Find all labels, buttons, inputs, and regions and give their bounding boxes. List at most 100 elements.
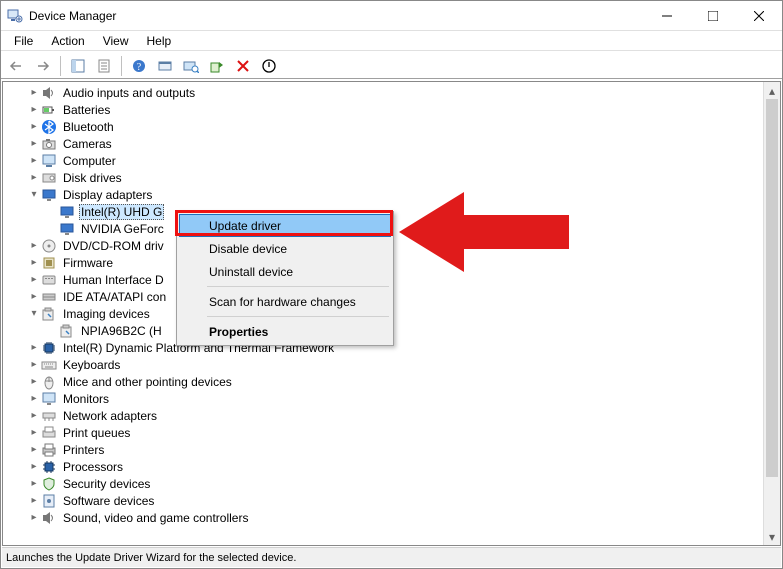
disk-icon: [41, 170, 57, 186]
chevron-down-icon[interactable]: ▾: [27, 307, 41, 321]
help-button[interactable]: ?: [127, 55, 151, 77]
software-icon: [41, 493, 57, 509]
tree-node-label: Audio inputs and outputs: [61, 86, 197, 100]
maximize-button[interactable]: [690, 1, 736, 31]
tree-node[interactable]: ▸ Network adapters: [5, 407, 763, 424]
camera-icon: [41, 136, 57, 152]
chevron-right-icon[interactable]: ▸: [27, 392, 41, 406]
chevron-right-icon[interactable]: ▸: [27, 358, 41, 372]
chevron-right-icon[interactable]: ▸: [27, 120, 41, 134]
tree-node-label: Cameras: [61, 137, 114, 151]
tree-node[interactable]: ▾ Display adapters: [5, 186, 763, 203]
tree-node[interactable]: ▸ Cameras: [5, 135, 763, 152]
ctx-label: Scan for hardware changes: [209, 295, 356, 309]
tree-node-label: Human Interface D: [61, 273, 166, 287]
tree-node[interactable]: ▸ Software devices: [5, 492, 763, 509]
tree-node-label: Security devices: [61, 477, 152, 491]
chevron-right-icon[interactable]: ▸: [27, 137, 41, 151]
keyboard-icon: [41, 357, 57, 373]
uninstall-button[interactable]: [231, 55, 255, 77]
show-hide-tree-button[interactable]: [66, 55, 90, 77]
tree-node[interactable]: ▸ Mice and other pointing devices: [5, 373, 763, 390]
update-driver-button[interactable]: [205, 55, 229, 77]
chevron-right-icon[interactable]: ▸: [27, 171, 41, 185]
chevron-right-icon[interactable]: ▸: [27, 443, 41, 457]
tree-node[interactable]: ▸ Monitors: [5, 390, 763, 407]
ctx-disable-device[interactable]: Disable device: [179, 237, 391, 260]
tree-node[interactable]: ▸ Computer: [5, 152, 763, 169]
chevron-right-icon[interactable]: ▸: [27, 409, 41, 423]
no-expander: [45, 222, 59, 236]
disable-button[interactable]: [257, 55, 281, 77]
ctx-update-driver[interactable]: Update driver: [179, 214, 391, 237]
chevron-right-icon[interactable]: ▸: [27, 154, 41, 168]
scan-hardware-button[interactable]: [179, 55, 203, 77]
tree-node-label: Software devices: [61, 494, 156, 508]
scroll-down-button[interactable]: ▾: [764, 528, 780, 545]
tree-node-label: Keyboards: [61, 358, 122, 372]
chevron-right-icon[interactable]: ▸: [27, 511, 41, 525]
tree-node-label: Print queues: [61, 426, 132, 440]
tree-node[interactable]: ▸ Keyboards: [5, 356, 763, 373]
minimize-button[interactable]: [644, 1, 690, 31]
menu-action[interactable]: Action: [42, 32, 93, 50]
chevron-right-icon[interactable]: ▸: [27, 86, 41, 100]
ctx-separator: [207, 316, 389, 317]
chevron-right-icon[interactable]: ▸: [27, 103, 41, 117]
no-expander: [45, 324, 59, 338]
tree-node-label: Processors: [61, 460, 125, 474]
chevron-right-icon[interactable]: ▸: [27, 290, 41, 304]
computer-icon: [41, 153, 57, 169]
ide-icon: [41, 289, 57, 305]
chevron-right-icon[interactable]: ▸: [27, 426, 41, 440]
close-button[interactable]: [736, 1, 782, 31]
chevron-right-icon[interactable]: ▸: [27, 494, 41, 508]
tree-node[interactable]: ▸ Audio inputs and outputs: [5, 84, 763, 101]
back-button[interactable]: [5, 55, 29, 77]
tree-node[interactable]: ▸ Printers: [5, 441, 763, 458]
tree-node-label: Batteries: [61, 103, 112, 117]
device-manager-icon: [7, 8, 23, 24]
tree-node-label: Bluetooth: [61, 120, 116, 134]
chevron-right-icon[interactable]: ▸: [27, 375, 41, 389]
tree-node[interactable]: ▸ Sound, video and game controllers: [5, 509, 763, 526]
imaging-icon: [59, 323, 75, 339]
chevron-right-icon[interactable]: ▸: [27, 256, 41, 270]
ctx-separator: [207, 286, 389, 287]
printq-icon: [41, 425, 57, 441]
view-button[interactable]: [153, 55, 177, 77]
scroll-up-button[interactable]: ▴: [764, 82, 780, 99]
menu-help[interactable]: Help: [138, 32, 181, 50]
tree-node-label: NVIDIA GeForc: [79, 222, 166, 236]
chevron-right-icon[interactable]: ▸: [27, 273, 41, 287]
bluetooth-icon: [41, 119, 57, 135]
chevron-right-icon[interactable]: ▸: [27, 477, 41, 491]
chevron-right-icon[interactable]: ▸: [27, 341, 41, 355]
tree-node-label: Network adapters: [61, 409, 159, 423]
tree-node-label: Imaging devices: [61, 307, 152, 321]
imaging-icon: [41, 306, 57, 322]
mouse-icon: [41, 374, 57, 390]
tree-node[interactable]: ▸ Bluetooth: [5, 118, 763, 135]
chevron-down-icon[interactable]: ▾: [27, 188, 41, 202]
context-menu: Update driver Disable device Uninstall d…: [176, 211, 394, 346]
scroll-thumb[interactable]: [766, 99, 778, 477]
tree-node[interactable]: ▸ Processors: [5, 458, 763, 475]
tree-node[interactable]: ▸ Print queues: [5, 424, 763, 441]
tree-node[interactable]: ▸ Security devices: [5, 475, 763, 492]
chevron-right-icon[interactable]: ▸: [27, 239, 41, 253]
ctx-uninstall-device[interactable]: Uninstall device: [179, 260, 391, 283]
ctx-scan-hardware[interactable]: Scan for hardware changes: [179, 290, 391, 313]
menu-view[interactable]: View: [94, 32, 138, 50]
toolbar: ?: [1, 51, 782, 79]
tree-node[interactable]: ▸ Disk drives: [5, 169, 763, 186]
properties-button[interactable]: [92, 55, 116, 77]
tree-node[interactable]: ▸ Batteries: [5, 101, 763, 118]
tree-node-label: DVD/CD-ROM driv: [61, 239, 166, 253]
audio-icon: [41, 85, 57, 101]
forward-button[interactable]: [31, 55, 55, 77]
ctx-properties[interactable]: Properties: [179, 320, 391, 343]
vertical-scrollbar[interactable]: ▴ ▾: [763, 82, 780, 545]
menu-file[interactable]: File: [5, 32, 42, 50]
chevron-right-icon[interactable]: ▸: [27, 460, 41, 474]
